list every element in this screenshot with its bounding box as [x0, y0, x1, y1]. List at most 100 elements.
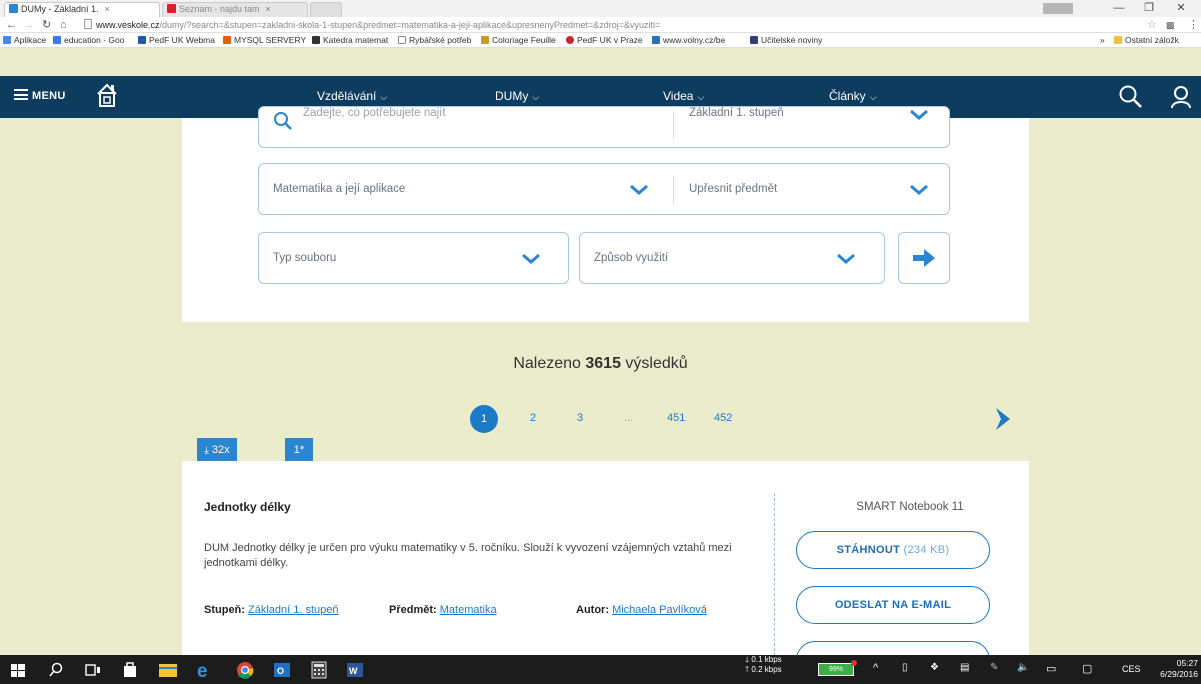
tab-seznam[interactable]: Seznam - najdu tam × [162, 2, 308, 17]
chevron-down-icon[interactable] [909, 184, 929, 196]
predmet-select[interactable]: Matematika a její aplikace [273, 183, 405, 195]
keyboard-icon[interactable]: ▢ [1082, 662, 1092, 675]
chevron-down-icon[interactable] [521, 253, 541, 265]
bookmark-label: www.volny.cz/be [663, 35, 726, 45]
chevron-down-icon: ⌵ [380, 92, 388, 102]
task-view-icon[interactable] [84, 661, 102, 679]
bookmark-star-icon[interactable]: ☆ [1147, 18, 1157, 32]
word-icon[interactable]: W [345, 661, 365, 679]
bookmark-apps[interactable]: Aplikace [3, 34, 46, 47]
search-submit-button[interactable] [898, 232, 950, 284]
nav-videa[interactable]: Videa ⌵ [663, 89, 704, 103]
file-explorer-icon[interactable] [158, 661, 178, 679]
nav-clanky[interactable]: Články ⌵ [829, 89, 877, 103]
forward-icon[interactable]: → [23, 18, 34, 32]
usb-icon[interactable]: ▯ [902, 662, 908, 673]
coloriage-icon [481, 36, 489, 44]
bookmark-other[interactable]: Ostatní záložk [1114, 34, 1179, 47]
close-tab-icon[interactable]: × [105, 4, 110, 14]
downloads-count: 32x [211, 444, 230, 456]
clock-date: 6/29/2016 [1160, 669, 1198, 679]
nav-vzdelavani[interactable]: Vzdělávání ⌵ [317, 89, 387, 103]
pen-icon[interactable]: ✎ [990, 662, 998, 673]
chevron-down-icon[interactable] [909, 109, 929, 121]
chevron-down-icon: ⌵ [869, 92, 877, 102]
tab-dumy[interactable]: DUMy - Základní 1. × [4, 2, 160, 17]
bookmark-volny[interactable]: www.volny.cz/be [652, 34, 725, 47]
back-icon[interactable]: ← [6, 18, 17, 32]
bookmark-label: MYSQL SERVERY [234, 35, 307, 45]
menu-button[interactable]: MENU [14, 89, 66, 102]
reload-icon[interactable]: ↻ [42, 18, 51, 32]
upresnit-select[interactable]: Upřesnit předmět [689, 183, 777, 195]
search-input[interactable]: Zadejte, co potřebujete najít [303, 107, 446, 119]
chevron-down-icon[interactable] [629, 184, 649, 196]
battery-indicator[interactable]: 99% [818, 663, 854, 676]
close-window-icon[interactable]: ✕ [1166, 0, 1196, 17]
outlook-icon[interactable]: O [272, 661, 292, 679]
extension-icon[interactable]: ▩ [1166, 18, 1175, 32]
nav-dumy[interactable]: DUMy ⌵ [495, 89, 539, 103]
result-title[interactable]: Jednotky délky [204, 500, 291, 514]
restore-icon[interactable]: ❐ [1134, 0, 1164, 17]
google-classroom-icon [53, 36, 61, 44]
svg-text:W: W [349, 666, 358, 676]
bookmark-label: PedF UK Webma [149, 35, 215, 45]
search-icon[interactable] [48, 661, 64, 679]
bookmark-katedra[interactable]: Katedra matemat [312, 34, 388, 47]
typ-souboru-select[interactable]: Typ souboru [273, 252, 336, 264]
send-email-button[interactable]: ODESLAT NA E-MAIL [796, 586, 990, 624]
store-icon[interactable] [121, 661, 139, 679]
bookmark-education[interactable]: education - Goo [53, 34, 124, 47]
page-452[interactable]: 452 [714, 412, 732, 424]
action-center-icon[interactable]: ▭ [1046, 662, 1056, 675]
language-indicator[interactable]: CES [1122, 664, 1141, 674]
filetype-select-box[interactable]: Typ souboru [258, 232, 569, 284]
home-icon[interactable] [96, 82, 118, 108]
bookmark-pedf-webmail[interactable]: PedF UK Webma [138, 34, 215, 47]
clock[interactable]: 05:27 6/29/2016 [1156, 658, 1198, 680]
new-tab-button[interactable] [310, 2, 342, 17]
bookmarks-overflow[interactable]: » [1100, 34, 1105, 47]
user-icon[interactable] [1168, 84, 1194, 110]
bookmark-label: PedF UK v Praze [577, 35, 643, 45]
predmet-link[interactable]: Matematika [440, 604, 497, 616]
network-icon[interactable]: ▤ [960, 662, 969, 673]
bookmark-pedf-praha[interactable]: PedF UK v Praze [566, 34, 643, 47]
edge-browser-icon[interactable]: e [196, 661, 216, 679]
page-451[interactable]: 451 [667, 412, 685, 424]
chrome-menu-icon[interactable]: ⋮ [1188, 18, 1199, 32]
page-3[interactable]: 3 [577, 412, 583, 424]
minimize-icon[interactable]: — [1104, 0, 1134, 17]
url-field[interactable]: www.veskole.cz/dumy/?search=&stupen=zakl… [84, 19, 1144, 32]
home-icon[interactable]: ⌂ [60, 18, 67, 32]
dropbox-icon[interactable]: ❖ [930, 662, 939, 673]
search-icon[interactable] [1118, 84, 1144, 110]
chrome-icon[interactable] [235, 661, 255, 679]
zpusob-vyuziti-select[interactable]: Způsob využití [594, 252, 668, 264]
bookmark-label: Katedra matemat [323, 35, 389, 45]
windows-start-icon[interactable] [10, 661, 26, 679]
bookmark-mysql[interactable]: MYSQL SERVERY [223, 34, 306, 47]
page-2[interactable]: 2 [530, 412, 536, 424]
calculator-icon[interactable] [310, 661, 328, 679]
bookmark-coloriage[interactable]: Coloriage Feuille [481, 34, 556, 47]
volume-icon[interactable]: 🔈 [1017, 662, 1029, 673]
email-label: ODESLAT NA E-MAIL [834, 599, 952, 611]
stupen-select[interactable]: Základní 1. stupeň [689, 107, 784, 119]
bookmark-rybarske[interactable]: Rybářské potřeb [398, 34, 471, 47]
downloads-badge: ⤓ 32x [197, 438, 237, 467]
autor-link[interactable]: Michaela Pavlíková [612, 604, 707, 616]
chevron-down-icon[interactable] [836, 253, 856, 265]
usage-select-box[interactable]: Způsob využití [579, 232, 885, 284]
page-1[interactable]: 1 [470, 405, 498, 433]
next-page-icon[interactable] [993, 406, 1015, 432]
download-size: (234 KB) [903, 544, 950, 556]
download-button[interactable]: STÁHNOUT (234 KB) [796, 531, 990, 569]
tab-label: DUMy - Základní 1. [21, 4, 99, 14]
bookmark-ucitelske[interactable]: Učitelské noviny [750, 34, 822, 47]
chevron-up-icon[interactable]: ^ [873, 662, 878, 674]
close-tab-icon[interactable]: × [266, 4, 271, 14]
profile-badge[interactable] [1043, 3, 1073, 14]
stupen-link[interactable]: Základní 1. stupeň [248, 604, 339, 616]
